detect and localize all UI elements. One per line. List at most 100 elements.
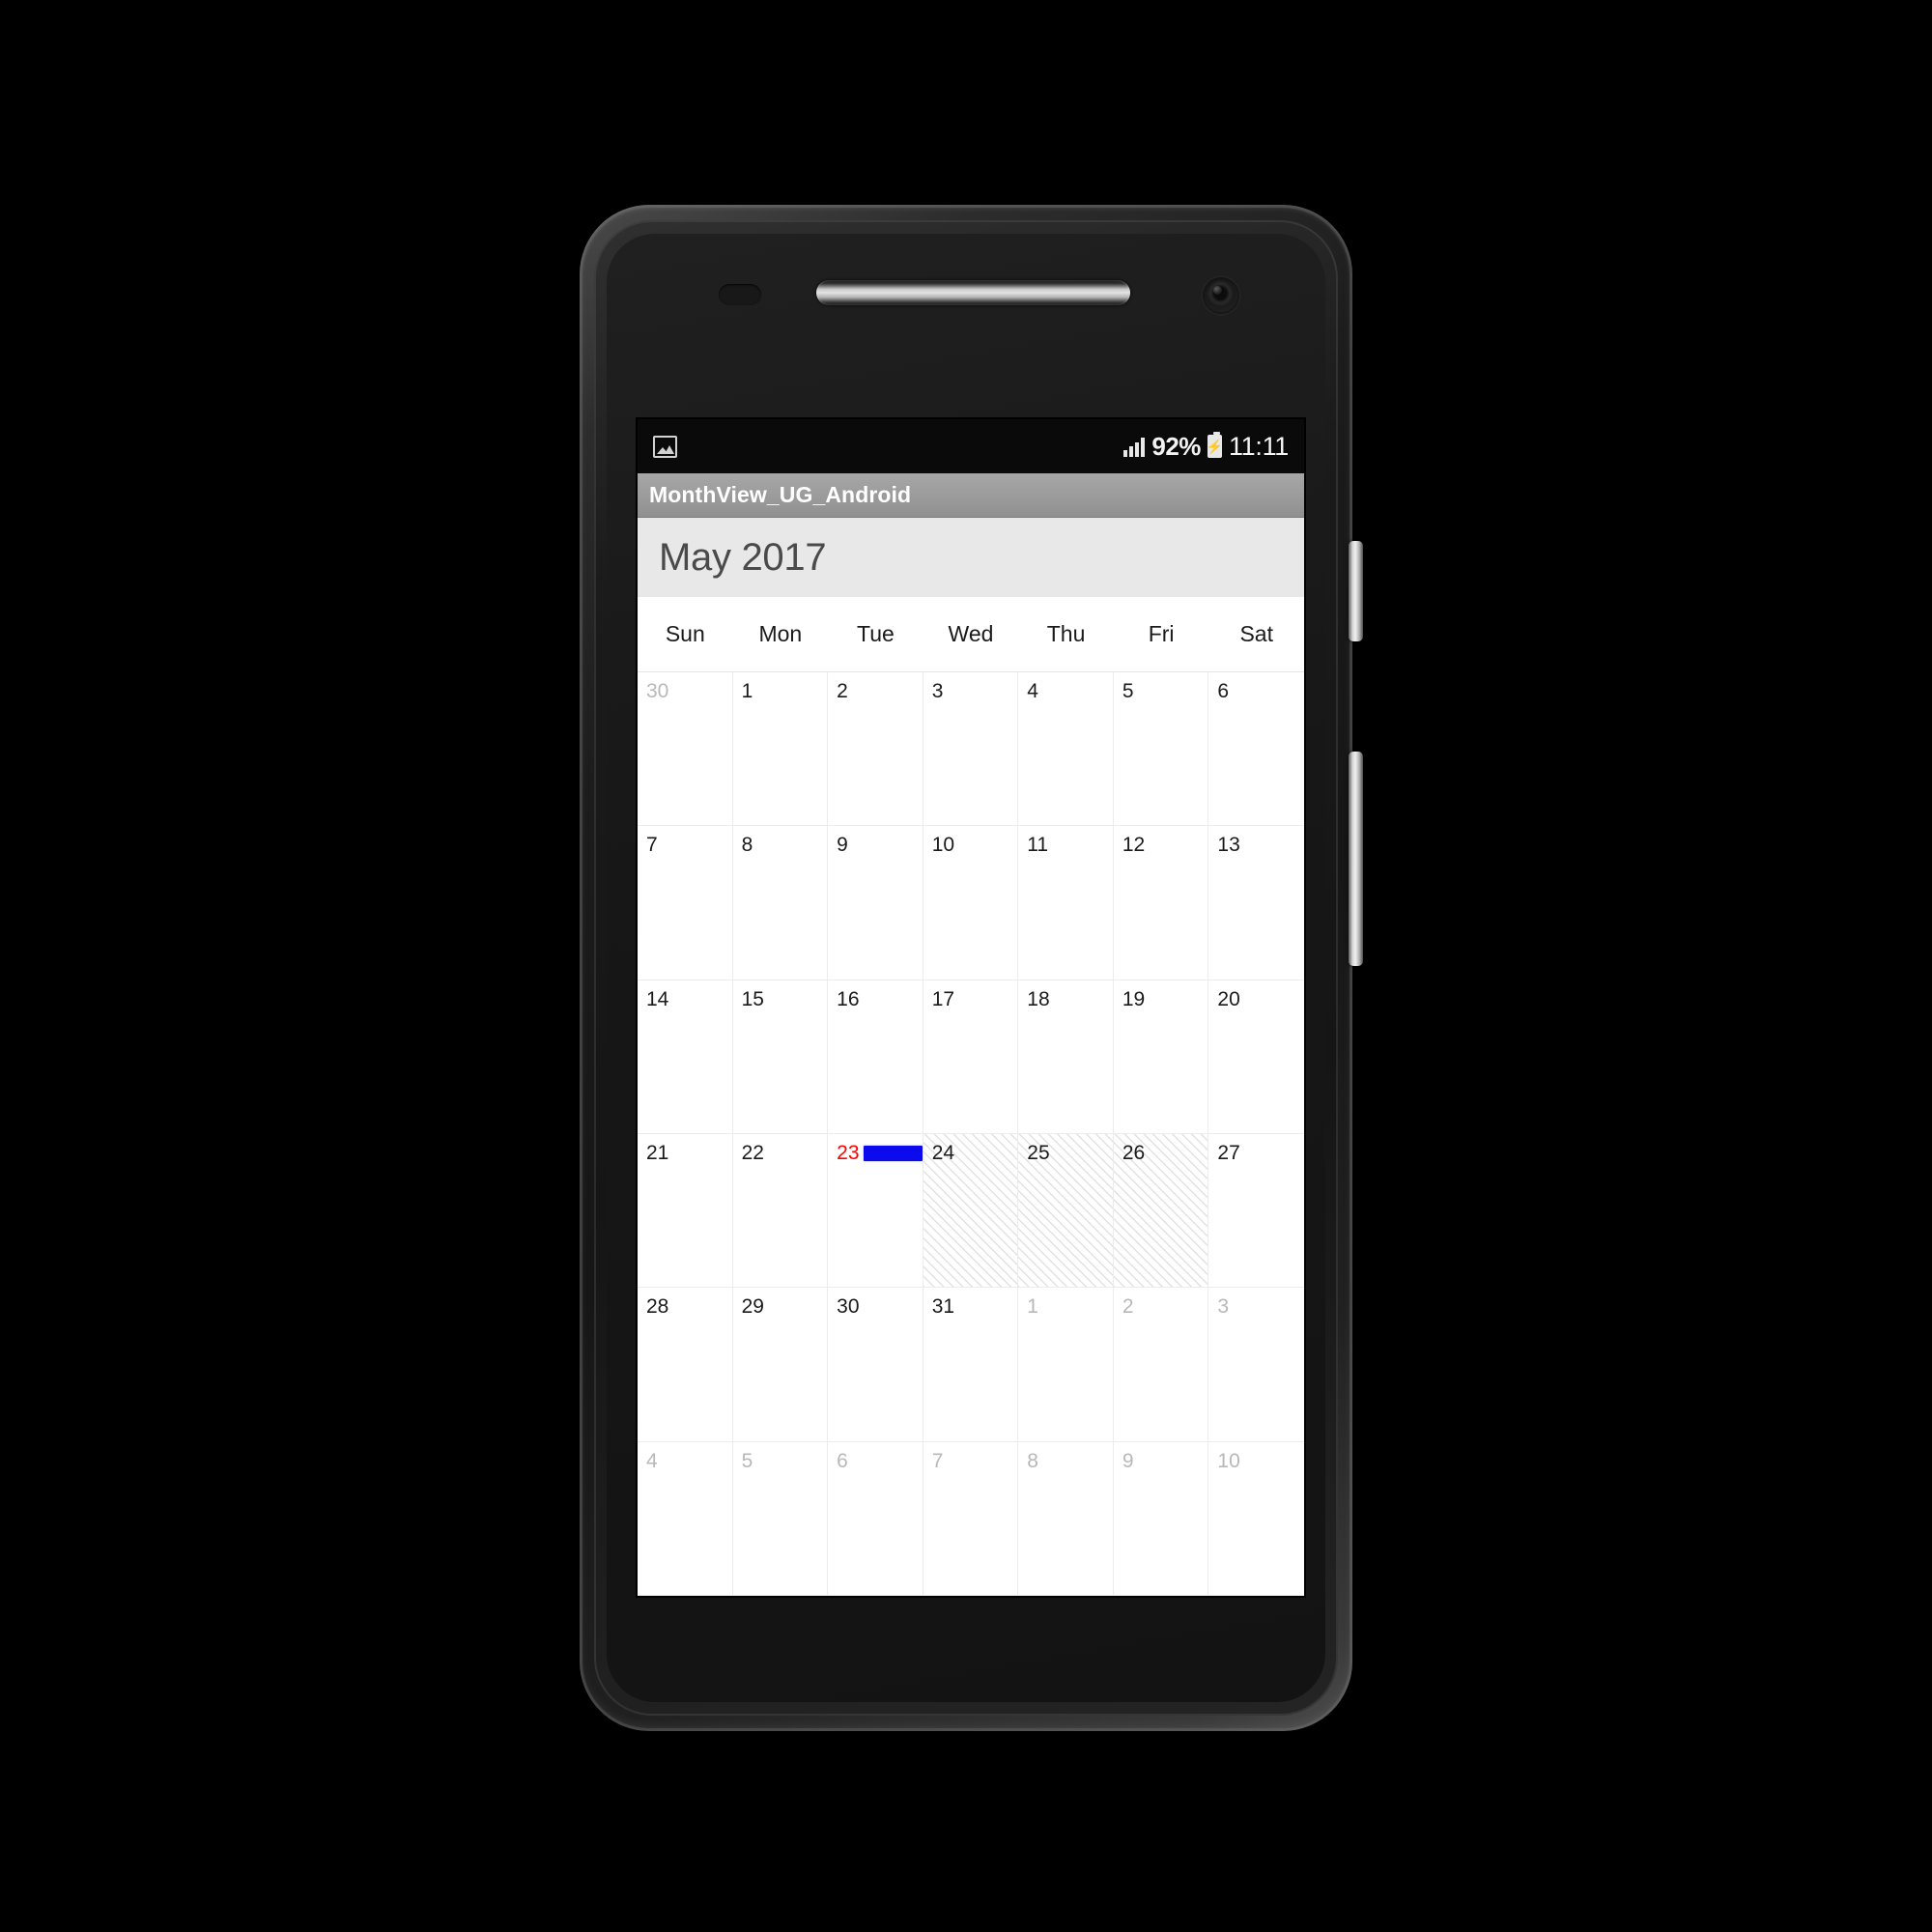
weekday-label-fri: Fri [1148,621,1175,646]
day-cell[interactable]: 21 [638,1133,733,1289]
month-year-label: May 2017 [659,535,827,579]
day-cell[interactable]: 23 [828,1133,923,1289]
appointment-event-bar[interactable] [864,1145,923,1161]
day-number-today: 23 [837,1141,860,1164]
day-number: 10 [931,834,955,857]
day-cell[interactable]: 26 [1113,1133,1209,1289]
day-cell[interactable]: 19 [1113,980,1209,1134]
front-camera-icon [1203,277,1239,314]
gallery-icon [653,435,677,458]
day-number: 3 [931,680,944,702]
day-number: 6 [1217,680,1230,702]
day-number: 16 [837,987,860,1010]
day-number: 4 [646,1449,658,1472]
day-cell[interactable]: 11 [1018,826,1114,980]
day-cell[interactable]: 3 [1208,1288,1304,1442]
day-cell[interactable]: 6 [1208,672,1304,827]
day-number: 6 [837,1449,848,1472]
weekday-label-wed: Wed [948,621,994,646]
day-cell[interactable]: 6 [828,1441,923,1596]
day-number: 20 [1217,987,1240,1010]
day-cell[interactable]: 5 [732,1441,829,1596]
day-number: 5 [1122,680,1134,702]
day-number: 9 [837,834,848,857]
day-number: 29 [741,1295,764,1319]
day-cell[interactable]: 10 [1208,1442,1304,1596]
day-number: 2 [1122,1295,1134,1319]
day-cell[interactable]: 30 [638,672,733,827]
day-cell[interactable]: 9 [1113,1441,1209,1596]
day-cell[interactable]: 22 [732,1133,829,1289]
day-cell[interactable]: 9 [828,826,923,980]
day-number: 10 [1217,1449,1240,1472]
day-cell[interactable]: 17 [923,980,1019,1134]
month-header[interactable]: May 2017 [638,518,1304,597]
day-cell[interactable]: 1 [732,672,829,827]
volume-rocker-button[interactable] [1349,752,1363,966]
weekday-label-thu: Thu [1046,621,1086,646]
day-number: 12 [1122,834,1146,857]
day-number: 30 [837,1295,860,1319]
day-cell[interactable]: 8 [732,826,829,980]
day-number: 28 [646,1295,669,1319]
phone-screen: 92% 11:11 MonthView_UG_Android May 2017 … [638,419,1304,1596]
power-button[interactable] [1349,541,1363,641]
day-cell[interactable]: 1 [1018,1288,1114,1442]
weekday-header-row: Sun Mon Tue Wed Thu Fri Sat [638,597,1304,672]
day-number: 26 [1122,1141,1146,1164]
day-number: 19 [1122,987,1146,1010]
day-cell[interactable]: 4 [1018,672,1114,827]
status-bar-left [653,435,677,458]
day-cell[interactable]: 20 [1208,980,1304,1134]
battery-percent-label: 92% [1151,431,1201,461]
day-cell[interactable]: 3 [923,672,1019,827]
day-number: 8 [741,834,753,857]
day-number: 7 [646,834,658,857]
battery-charging-icon [1207,432,1222,458]
day-number: 21 [646,1141,669,1164]
day-number: 25 [1027,1141,1050,1164]
day-cell[interactable]: 7 [923,1441,1019,1596]
day-cell[interactable]: 2 [828,672,923,827]
day-cell[interactable]: 12 [1113,826,1209,980]
day-cell[interactable]: 25 [1018,1133,1114,1289]
day-number: 31 [931,1295,955,1319]
day-cell[interactable]: 15 [732,980,829,1134]
day-cell[interactable]: 10 [923,826,1019,980]
weekday-label-sat: Sat [1239,621,1273,646]
day-cell[interactable]: 24 [923,1133,1019,1289]
day-number: 30 [646,680,669,702]
day-cell[interactable]: 16 [828,980,923,1134]
day-number: 8 [1027,1449,1038,1472]
day-number: 13 [1217,834,1240,857]
day-number: 11 [1027,834,1049,857]
day-cell[interactable]: 8 [1018,1441,1114,1596]
day-cell[interactable]: 18 [1018,980,1114,1134]
status-bar: 92% 11:11 [638,419,1304,473]
day-cell[interactable]: 5 [1113,672,1209,827]
day-number: 4 [1027,680,1038,702]
calendar-grid[interactable]: 30 1 2 3 4 5 6 7 8 9 10 11 12 13 14 15 16 17 18 19 20 21 22 23 2… [638,672,1304,1596]
screenshot-stage: 92% 11:11 MonthView_UG_Android May 2017 … [0,0,1932,1932]
day-cell[interactable]: 13 [1208,826,1304,980]
day-cell[interactable]: 31 [923,1288,1019,1442]
day-cell[interactable]: 4 [638,1441,733,1596]
day-cell[interactable]: 29 [732,1288,829,1442]
day-number: 1 [1027,1295,1038,1319]
day-number: 9 [1122,1449,1134,1472]
day-cell[interactable]: 28 [638,1288,733,1442]
day-cell[interactable]: 14 [638,980,733,1134]
signal-bars-icon [1123,436,1146,457]
day-number: 18 [1027,987,1050,1010]
day-cell[interactable]: 2 [1113,1288,1209,1442]
day-cell[interactable]: 30 [828,1288,923,1442]
day-number: 14 [646,987,669,1010]
day-cell[interactable]: 7 [638,826,733,980]
day-number: 7 [931,1449,944,1472]
day-number: 24 [931,1141,955,1164]
app-action-bar: MonthView_UG_Android [638,473,1304,518]
day-number: 27 [1217,1141,1240,1164]
status-bar-right: 92% 11:11 [1123,432,1289,462]
proximity-sensor-icon [719,284,761,305]
day-cell[interactable]: 27 [1208,1134,1304,1289]
